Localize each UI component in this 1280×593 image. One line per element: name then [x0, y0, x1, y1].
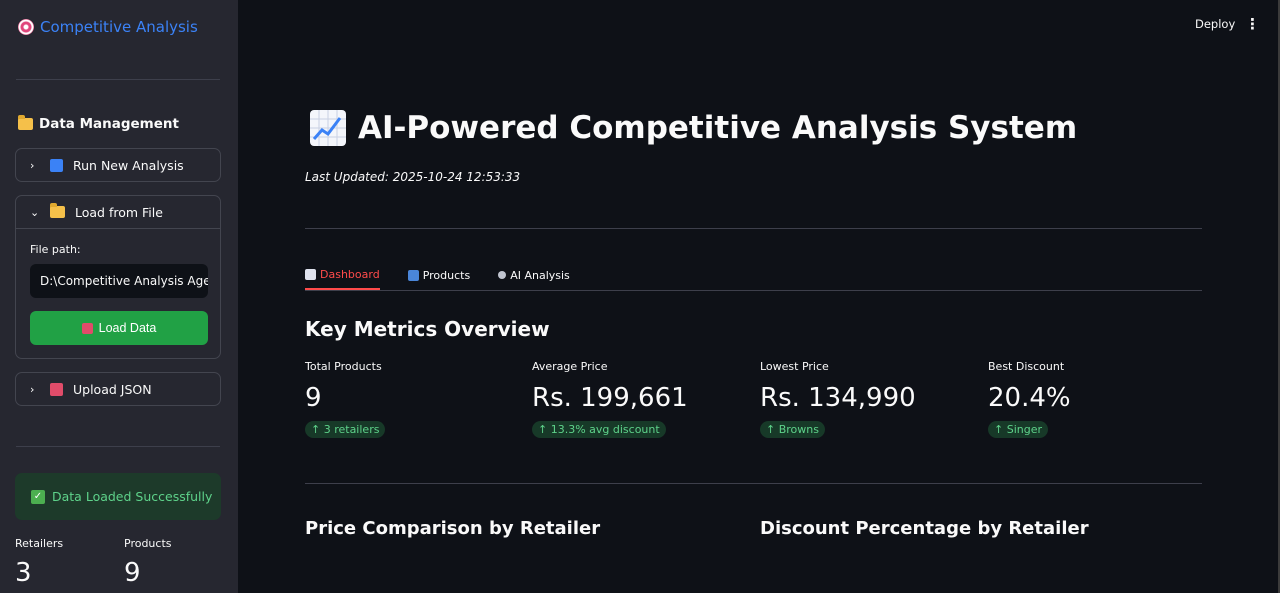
metric-label: Lowest Price [760, 360, 829, 373]
inbox-icon [50, 382, 63, 396]
metric-best-discount: Best Discount 20.4% ↑ Singer [988, 360, 1071, 438]
sidebar-metric-retailers: Retailers 3 [15, 537, 63, 588]
chevron-right-icon: › [30, 382, 35, 396]
chart-icon [305, 268, 316, 280]
section-title-text: Data Management [39, 116, 179, 132]
metric-value: 20.4% [988, 383, 1071, 413]
sidebar-divider [16, 446, 220, 447]
chart-heading-discount: Discount Percentage by Retailer [760, 518, 1089, 539]
inbox-icon [81, 322, 93, 334]
sidebar-title-text: Competitive Analysis [40, 18, 198, 36]
expander-label: Run New Analysis [73, 157, 184, 173]
metric-delta: ↑ 13.3% avg discount [532, 421, 666, 438]
metric-value: 9 [124, 558, 141, 588]
main-menu-icon[interactable]: ⋮ [1245, 15, 1260, 33]
section-title: Data Management [18, 115, 179, 132]
expander-upload-json[interactable]: › Upload JSON [15, 372, 221, 406]
load-data-button[interactable]: Load Data [30, 311, 208, 345]
chart-heading-price: Price Comparison by Retailer [305, 518, 601, 539]
metric-value: 9 [305, 383, 322, 413]
file-path-value: D:\Competitive Analysis Agent [40, 274, 208, 288]
target-icon [18, 19, 34, 35]
expander-label: Upload JSON [73, 381, 152, 397]
sidebar-metric-products: Products 9 [124, 537, 172, 588]
folder-icon [18, 115, 33, 130]
tab-label: Products [422, 268, 471, 282]
sidebar: Competitive Analysis Data Management › R… [0, 0, 238, 593]
metric-delta: ↑ Browns [760, 421, 825, 438]
metric-label: Total Products [305, 360, 382, 373]
refresh-icon [50, 158, 63, 172]
chart-increasing-icon [310, 110, 346, 146]
success-text: Data Loaded Successfully [52, 489, 213, 504]
metric-lowest-price: Lowest Price Rs. 134,990 ↑ Browns [760, 360, 916, 438]
expander-label: Load from File [75, 204, 163, 220]
tab-ai-analysis[interactable]: AI Analysis [498, 262, 570, 290]
checkmark-icon: ✓ [31, 489, 45, 504]
chevron-right-icon: › [30, 158, 35, 172]
divider [305, 483, 1202, 484]
metric-value: 3 [15, 558, 32, 588]
metric-value: Rs. 134,990 [760, 383, 916, 413]
metric-label: Products [124, 537, 172, 550]
metric-average-price: Average Price Rs. 199,661 ↑ 13.3% avg di… [532, 360, 688, 438]
deploy-button[interactable]: Deploy [1195, 17, 1235, 31]
expander-load-file[interactable]: ⌄ Load from File File path: D:\Competiti… [15, 195, 221, 359]
page-title-text: AI-Powered Competitive Analysis System [358, 110, 1078, 146]
metric-delta: ↑ Singer [988, 421, 1048, 438]
robot-icon [498, 271, 507, 279]
section-heading: Key Metrics Overview [305, 317, 550, 341]
metric-total-products: Total Products 9 ↑ 3 retailers [305, 360, 386, 438]
folder-icon [50, 203, 65, 218]
metric-label: Best Discount [988, 360, 1065, 373]
tab-label: AI Analysis [510, 268, 570, 282]
divider [305, 228, 1202, 229]
expander-run-analysis[interactable]: › Run New Analysis [15, 148, 221, 182]
load-data-label: Load Data [98, 321, 157, 335]
sidebar-title[interactable]: Competitive Analysis [18, 18, 198, 36]
last-updated: Last Updated: 2025-10-24 12:53:33 [305, 170, 521, 184]
metric-label: Average Price [532, 360, 608, 373]
shopping-bags-icon [407, 269, 419, 281]
metric-label: Retailers [15, 537, 64, 550]
tab-bar: Dashboard Products AI Analysis [305, 262, 1202, 291]
chevron-down-icon: ⌄ [30, 205, 40, 219]
page-title: AI-Powered Competitive Analysis System [310, 110, 1077, 146]
file-path-label: File path: [30, 243, 81, 256]
file-path-input[interactable]: D:\Competitive Analysis Agent [30, 264, 208, 298]
tab-products[interactable]: Products [407, 262, 471, 290]
success-alert: ✓ Data Loaded Successfully [15, 473, 221, 520]
metric-delta: ↑ 3 retailers [305, 421, 386, 438]
sidebar-divider [16, 79, 220, 80]
tab-label: Dashboard [320, 267, 380, 281]
tab-dashboard[interactable]: Dashboard [305, 262, 380, 290]
metric-value: Rs. 199,661 [532, 383, 688, 413]
